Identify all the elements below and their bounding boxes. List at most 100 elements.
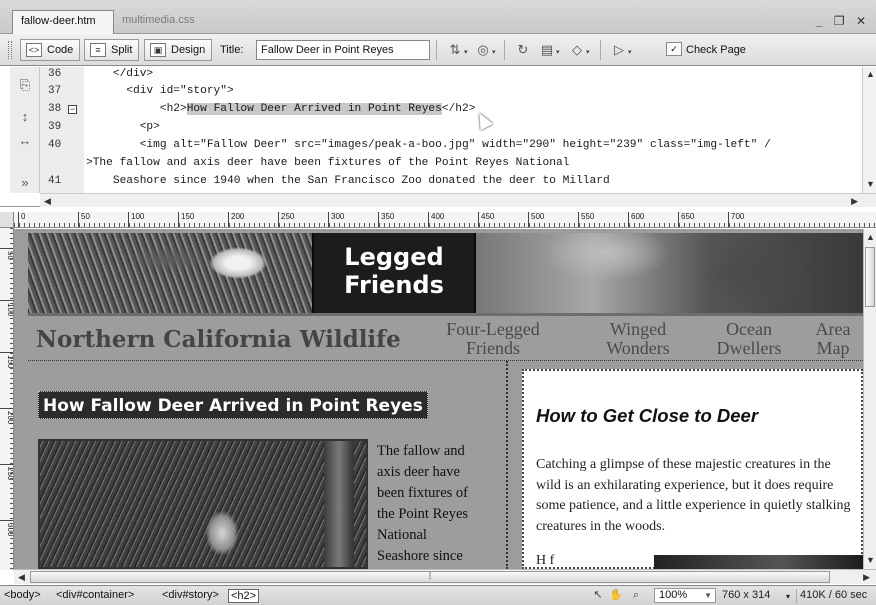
story-paragraph[interactable]: The fallow and axis deer have been fixtu…	[377, 441, 489, 567]
zoom-select[interactable]: 100% ▼	[654, 588, 716, 603]
window-controls[interactable]: _ ❐ ✕	[816, 14, 870, 28]
design-view-label: Design	[171, 44, 206, 56]
tag-selector-body[interactable]: <body>	[4, 589, 41, 601]
sidebar-heading[interactable]: How to Get Close to Deer	[536, 405, 758, 427]
scroll-up-icon[interactable]: ▲	[866, 69, 875, 79]
ruler-tick-label: 200	[0, 408, 13, 424]
design-vertical-scrollbar[interactable]: ▲ ▼	[863, 229, 876, 569]
site-navbar: Northern California Wildlife Four-Legged…	[28, 313, 863, 361]
check-page-label: Check Page	[686, 44, 746, 56]
window-size[interactable]: 760 x 314	[722, 589, 770, 601]
scroll-right-icon[interactable]: ▶	[851, 196, 858, 207]
visual-aids-icon[interactable]: ◇	[568, 42, 586, 58]
toolbar-grip[interactable]	[8, 41, 12, 59]
tab-fallow-deer[interactable]: fallow-deer.htm	[12, 10, 114, 34]
scroll-down-icon[interactable]: ▼	[866, 179, 875, 189]
hand-tool-icon[interactable]: ✋	[608, 588, 624, 603]
scroll-up-icon[interactable]: ▲	[866, 232, 875, 242]
minimize-button[interactable]: _	[816, 14, 827, 28]
restore-icon[interactable]: ❐	[834, 14, 849, 28]
close-button[interactable]: ✕	[856, 14, 870, 28]
collapse-tag-icon[interactable]: ↕	[17, 109, 33, 125]
scroll-down-icon[interactable]: ▼	[866, 555, 875, 565]
code-view-button[interactable]: <> Code	[20, 39, 81, 61]
scrollbar-thumb[interactable]: ┇	[30, 571, 830, 583]
ruler-tick-label: 50	[0, 248, 13, 260]
zoom-tool-icon[interactable]: ⌕	[628, 588, 644, 603]
code-horizontal-scrollbar[interactable]: ◀ ▶	[40, 193, 876, 207]
scroll-right-icon[interactable]: ▶	[863, 572, 870, 583]
design-view-pane[interactable]: Legged Friends Northern California Wildl…	[14, 229, 863, 569]
tree-trunk	[324, 441, 354, 567]
code-token: <h2>	[86, 103, 187, 115]
sidebar-photo	[654, 555, 863, 569]
split-view-button[interactable]: ≡ Split	[84, 39, 140, 61]
ruler-tick-label: 300	[0, 520, 13, 536]
story-heading[interactable]: How Fallow Deer Arrived in Point Reyes	[38, 391, 428, 419]
preview-browser-icon[interactable]: ◎	[474, 42, 492, 58]
ruler-origin[interactable]	[0, 212, 14, 228]
tag-selector-story[interactable]: <div#story>	[162, 589, 219, 601]
scrollbar-thumb[interactable]	[865, 247, 875, 307]
ruler-tick-label: 500	[528, 212, 544, 227]
nav-link-winged[interactable]: Winged Wonders	[592, 320, 684, 358]
sidebar-box[interactable]: How to Get Close to Deer Catching a glim…	[522, 369, 863, 569]
deer-photo[interactable]	[38, 439, 368, 569]
zoom-value: 100%	[659, 589, 688, 601]
tab-multimedia-css[interactable]: multimedia.css	[114, 10, 220, 34]
nav-link-line: Winged	[609, 319, 667, 339]
refresh-icon[interactable]: ↻	[514, 42, 532, 58]
toolbar-divider	[600, 40, 601, 60]
code-line[interactable]: Seashore since 1940 when the San Francis…	[86, 175, 610, 187]
page-title-input[interactable]	[256, 40, 430, 60]
validate-markup-icon[interactable]: ▷	[610, 42, 628, 58]
status-bar: <body> <div#container> <div#story> <h2> …	[0, 585, 876, 605]
open-documents-icon[interactable]: ⎘	[17, 77, 33, 93]
split-view-icon: ≡	[90, 43, 106, 57]
ruler-tick-label: 150	[178, 212, 194, 227]
code-line[interactable]: <img alt="Fallow Deer" src="images/peak-…	[86, 139, 771, 151]
scroll-left-icon[interactable]: ◀	[44, 196, 51, 207]
code-line[interactable]: </div>	[86, 68, 153, 80]
chevron-down-icon[interactable]: ▾	[786, 592, 790, 601]
ruler-tick-label: 400	[428, 212, 444, 227]
check-page-icon: ✓	[666, 42, 682, 56]
nav-link-ocean[interactable]: Ocean Dwellers	[704, 320, 794, 358]
scroll-left-icon[interactable]: ◀	[18, 572, 25, 583]
code-view-pane[interactable]: ⎘ ↕ ↔ » 36 37 38 − 39 40 41 </div> <div …	[0, 67, 876, 207]
check-page-button[interactable]: ✓ Check Page	[666, 41, 746, 59]
code-line[interactable]: <p>	[86, 121, 160, 133]
ruler-tick-label: 450	[478, 212, 494, 227]
line-number: 38	[48, 103, 62, 115]
more-tools-icon[interactable]: »	[17, 175, 33, 191]
nav-link-area-map[interactable]: Area Map	[808, 320, 858, 358]
code-line[interactable]: <div id="story">	[86, 85, 233, 97]
tag-selector-container[interactable]: <div#container>	[56, 589, 134, 601]
view-options-icon[interactable]: ▤	[538, 42, 556, 58]
nav-link-line: Wonders	[606, 338, 670, 358]
vertical-ruler: 50 100 150 200 250 300	[0, 228, 14, 570]
collapse-icon[interactable]: −	[68, 105, 77, 114]
design-view-button[interactable]: ▣ Design	[144, 39, 213, 61]
nav-link-four-legged[interactable]: Four-Legged Friends	[440, 320, 546, 358]
file-management-icon[interactable]: ⇅	[446, 42, 464, 58]
nav-link-line: Dwellers	[716, 338, 782, 358]
sidebar-paragraph[interactable]: Catching a glimpse of these majestic cre…	[536, 455, 856, 537]
sidebar-paragraph-partial[interactable]: H f	[536, 553, 554, 569]
design-horizontal-scrollbar[interactable]: ◀ ┇ ▶	[14, 569, 876, 584]
code-line[interactable]: <h2>How Fallow Deer Arrived in Point Rey…	[86, 103, 475, 115]
ruler-tick-label: 700	[728, 212, 744, 227]
ruler-tick-label: 250	[278, 212, 294, 227]
tab-label: fallow-deer.htm	[21, 15, 96, 27]
code-vertical-scrollbar[interactable]: ▲ ▼	[862, 67, 876, 193]
toolbar-divider	[504, 40, 505, 60]
ruler-tick-label: 50	[78, 212, 90, 227]
select-tool-icon[interactable]: ↖	[590, 588, 606, 603]
code-token: </h2>	[441, 103, 476, 115]
code-line[interactable]: >The fallow and axis deer have been fixt…	[86, 157, 569, 169]
tag-selector-h2[interactable]: <h2>	[228, 589, 260, 603]
banner-photo	[476, 233, 863, 313]
expand-all-icon[interactable]: ↔	[17, 133, 33, 149]
chevron-down-icon: ▾	[586, 49, 590, 56]
story-column[interactable]: How Fallow Deer Arrived in Point Reyes T…	[28, 361, 508, 569]
